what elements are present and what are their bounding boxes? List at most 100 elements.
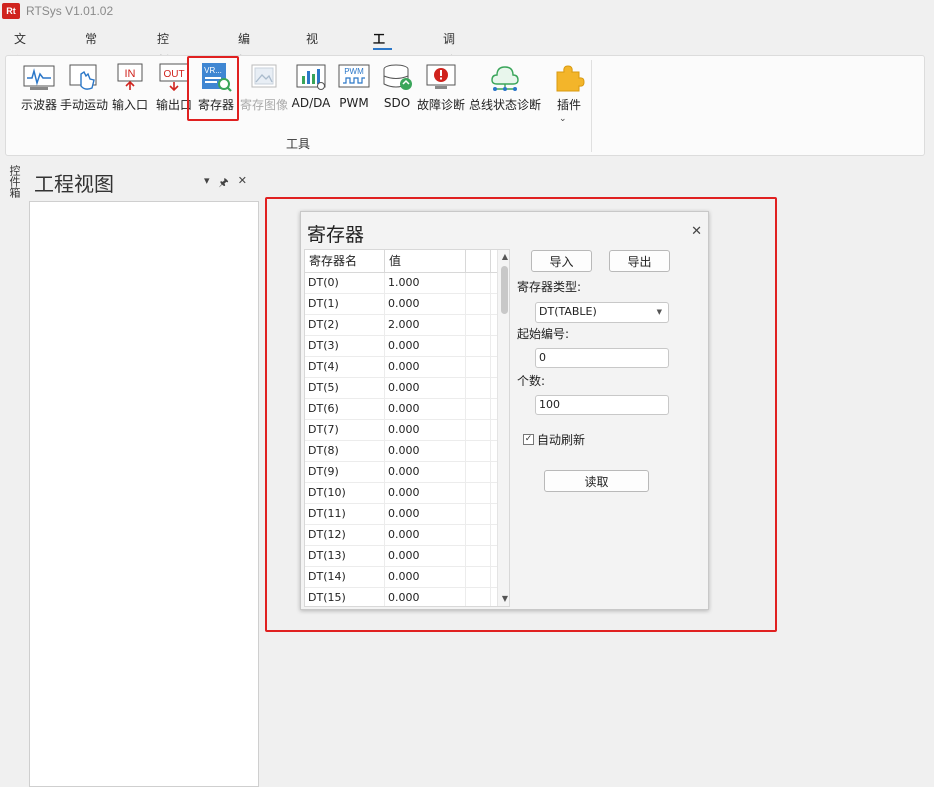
- empty-cell: [466, 441, 491, 461]
- menu-item-0[interactable]: 文件(F): [14, 28, 30, 90]
- menu-item-6[interactable]: 调试(D): [443, 28, 462, 90]
- ribbon-tool-9[interactable]: 故障诊断: [414, 62, 468, 118]
- oscilloscope-icon: [21, 62, 57, 92]
- toolbox-side-tab[interactable]: 控件箱: [8, 165, 22, 198]
- register-value-cell[interactable]: 0.000: [385, 357, 466, 377]
- register-name-cell: DT(14): [305, 567, 385, 587]
- ribbon-tool-6[interactable]: AD/DA: [289, 62, 333, 118]
- register-value-cell[interactable]: 0.000: [385, 378, 466, 398]
- start-number-input[interactable]: 0: [535, 348, 669, 368]
- ribbon-tool-11[interactable]: 插件: [546, 62, 592, 118]
- register-value-cell[interactable]: 0.000: [385, 567, 466, 587]
- register-value-cell[interactable]: 0.000: [385, 588, 466, 606]
- table-row[interactable]: DT(8) 0.000: [305, 441, 509, 462]
- register-value-cell[interactable]: 0.000: [385, 525, 466, 545]
- ribbon-tool-4[interactable]: VR... 寄存器: [194, 62, 238, 118]
- manual-motion-icon: [66, 62, 102, 92]
- ribbon-tool-label: AD/DA: [291, 96, 331, 110]
- table-row[interactable]: DT(9) 0.000: [305, 462, 509, 483]
- pin-icon[interactable]: 🖈︎: [219, 174, 229, 193]
- ribbon-tool-label: 示波器: [20, 98, 57, 112]
- menu-item-2[interactable]: 控制器(C): [157, 28, 175, 112]
- register-name-cell: DT(11): [305, 504, 385, 524]
- register-value-cell[interactable]: 0.000: [385, 504, 466, 524]
- table-row[interactable]: DT(0) 1.000: [305, 273, 509, 294]
- svg-text:VR...: VR...: [204, 66, 222, 75]
- register-value-cell[interactable]: 0.000: [385, 420, 466, 440]
- menu-item-3[interactable]: 编辑(E): [238, 28, 255, 90]
- auto-refresh-checkbox[interactable]: ✓: [523, 434, 534, 445]
- table-scrollbar[interactable]: ▲ ▼: [497, 250, 509, 606]
- ribbon-tool-label: 输入口: [111, 98, 148, 112]
- read-button[interactable]: 读取: [544, 470, 649, 492]
- dialog-close-icon[interactable]: ✕: [691, 224, 702, 239]
- table-row[interactable]: DT(6) 0.000: [305, 399, 509, 420]
- count-label: 个数:: [517, 374, 546, 388]
- register-value-cell[interactable]: 0.000: [385, 399, 466, 419]
- register-type-value: DT(TABLE): [539, 305, 597, 318]
- import-button[interactable]: 导入: [531, 250, 592, 272]
- register-name-cell: DT(9): [305, 462, 385, 482]
- ribbon-tool-8[interactable]: SDO: [378, 62, 416, 118]
- plugin-chevron-down-icon[interactable]: ⌄: [559, 114, 567, 124]
- output-port-icon: OUT: [156, 62, 192, 92]
- ribbon-tool-label: 输出口: [155, 98, 192, 112]
- table-row[interactable]: DT(3) 0.000: [305, 336, 509, 357]
- register-value-cell[interactable]: 0.000: [385, 546, 466, 566]
- ribbon-tool-label: PWM: [339, 96, 369, 110]
- register-value-cell[interactable]: 0.000: [385, 336, 466, 356]
- empty-cell: [466, 546, 491, 566]
- plugin-icon: [551, 62, 587, 92]
- register-type-select[interactable]: DT(TABLE) ▼: [535, 302, 669, 323]
- table-row[interactable]: DT(15) 0.000: [305, 588, 509, 606]
- ribbon-tool-3[interactable]: OUT 输出口: [152, 62, 196, 118]
- register-value-cell[interactable]: 0.000: [385, 462, 466, 482]
- register-value-cell[interactable]: 1.000: [385, 273, 466, 293]
- export-button[interactable]: 导出: [609, 250, 670, 272]
- ribbon-tool-1[interactable]: 手动运动: [56, 62, 112, 118]
- column-header-value[interactable]: 值: [385, 250, 466, 272]
- menu-item-1[interactable]: 常用(O): [85, 28, 104, 90]
- ribbon-tool-10[interactable]: 总线状态诊断: [467, 62, 543, 118]
- start-number-label: 起始编号:: [517, 327, 570, 341]
- auto-refresh-option[interactable]: ✓ 自动刷新: [523, 431, 585, 448]
- ribbon-tool-label: 故障诊断: [416, 98, 465, 112]
- table-row[interactable]: DT(14) 0.000: [305, 567, 509, 588]
- table-row[interactable]: DT(4) 0.000: [305, 357, 509, 378]
- empty-cell: [466, 462, 491, 482]
- register-value-cell[interactable]: 2.000: [385, 315, 466, 335]
- scroll-thumb[interactable]: [501, 266, 508, 314]
- table-row[interactable]: DT(7) 0.000: [305, 420, 509, 441]
- empty-cell: [466, 399, 491, 419]
- scroll-down-icon[interactable]: ▼: [498, 592, 509, 606]
- register-value-cell[interactable]: 0.000: [385, 483, 466, 503]
- register-name-cell: DT(8): [305, 441, 385, 461]
- menu-item-4[interactable]: 视图(V): [306, 28, 324, 90]
- scroll-up-icon[interactable]: ▲: [498, 250, 509, 264]
- table-row[interactable]: DT(12) 0.000: [305, 525, 509, 546]
- count-input[interactable]: 100: [535, 395, 669, 415]
- table-row[interactable]: DT(13) 0.000: [305, 546, 509, 567]
- menu-item-5[interactable]: 工具(T): [373, 28, 393, 90]
- empty-cell: [466, 525, 491, 545]
- table-row[interactable]: DT(10) 0.000: [305, 483, 509, 504]
- sdo-icon: [379, 62, 415, 92]
- register-name-cell: DT(13): [305, 546, 385, 566]
- dropdown-arrow-icon[interactable]: ▾: [204, 174, 210, 193]
- table-row[interactable]: DT(5) 0.000: [305, 378, 509, 399]
- ribbon-tool-5[interactable]: 寄存图像: [239, 62, 289, 118]
- table-row[interactable]: DT(2) 2.000: [305, 315, 509, 336]
- pwm-icon: PWM: [336, 62, 372, 92]
- dialog-title: 寄存器: [307, 224, 365, 246]
- register-name-cell: DT(15): [305, 588, 385, 606]
- empty-cell: [466, 273, 491, 293]
- ribbon-tool-2[interactable]: IN 输入口: [109, 62, 151, 118]
- register-value-cell[interactable]: 0.000: [385, 441, 466, 461]
- column-header-name[interactable]: 寄存器名: [305, 250, 385, 272]
- ribbon-tool-7[interactable]: PWM PWM: [337, 62, 371, 118]
- empty-cell: [466, 588, 491, 606]
- register-value-cell[interactable]: 0.000: [385, 294, 466, 314]
- close-icon[interactable]: ✕: [238, 174, 247, 193]
- table-row[interactable]: DT(11) 0.000: [305, 504, 509, 525]
- table-row[interactable]: DT(1) 0.000: [305, 294, 509, 315]
